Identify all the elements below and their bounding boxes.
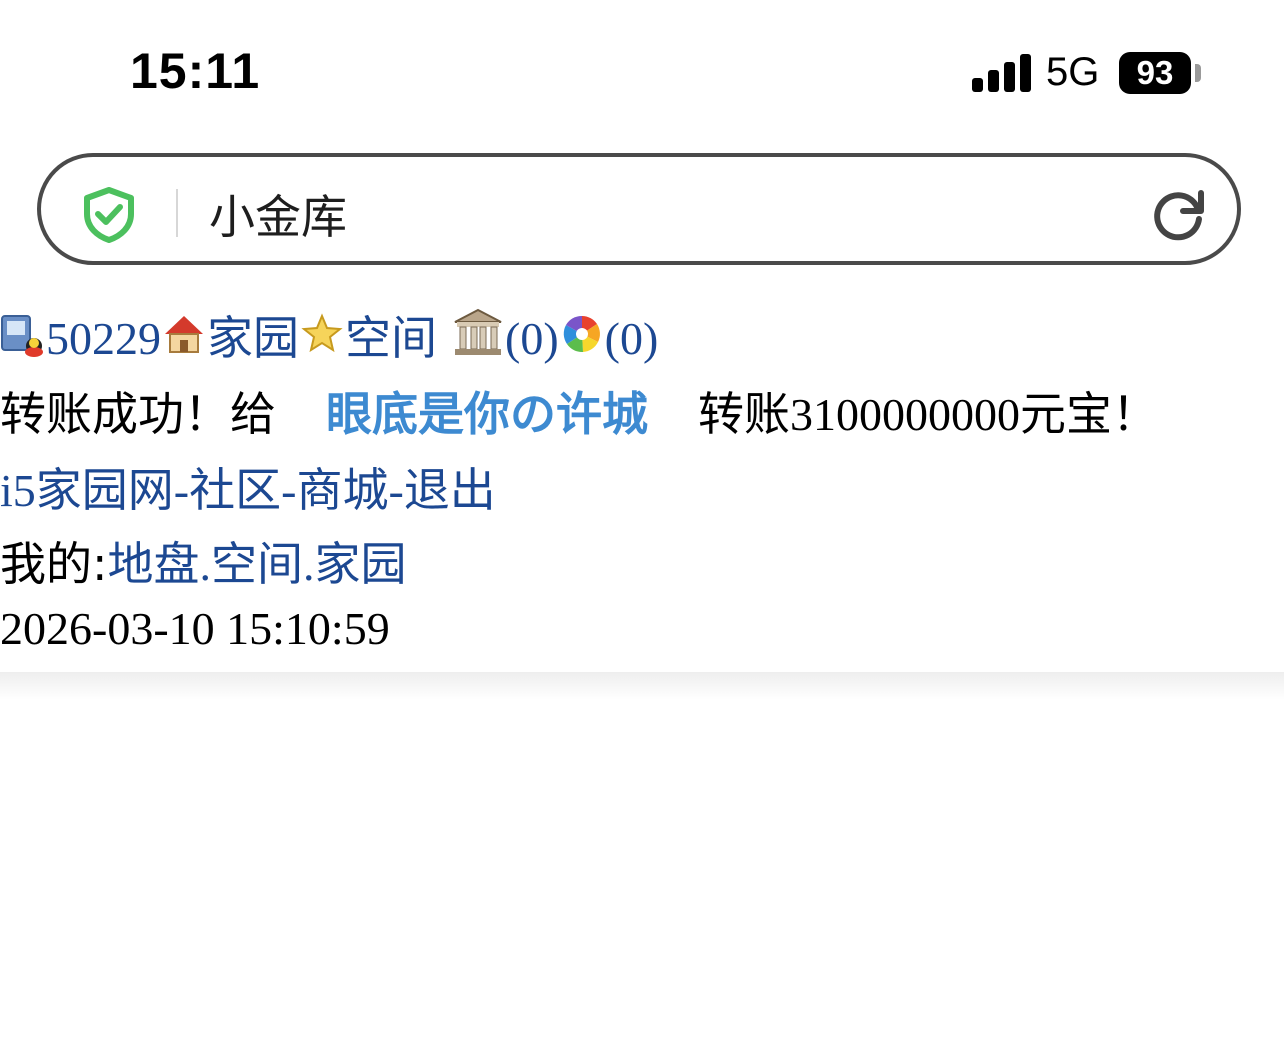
land-link[interactable]: 地盘 bbox=[108, 537, 200, 591]
my-links: 我的:地盘.空间.家园 bbox=[0, 528, 407, 594]
home-icon bbox=[161, 310, 207, 358]
site-home-link[interactable]: i5家园网 bbox=[0, 465, 174, 516]
status-time: 15:11 bbox=[130, 43, 261, 99]
dot-separator: . bbox=[303, 539, 315, 590]
separator: - bbox=[173, 465, 190, 516]
battery-icon: 93 bbox=[1119, 52, 1191, 94]
my-space-link[interactable]: 空间 bbox=[211, 537, 303, 591]
message-suffix: 转账3100000000元宝！ bbox=[698, 389, 1158, 440]
my-home-link[interactable]: 家园 bbox=[315, 537, 407, 591]
separator: - bbox=[281, 465, 297, 516]
shield-icon bbox=[84, 187, 134, 243]
user-id-link[interactable]: 50229 bbox=[46, 313, 161, 364]
star-icon bbox=[299, 310, 345, 358]
address-bar[interactable]: 小金库 bbox=[37, 153, 1241, 265]
message-prefix: 转账成功！给 bbox=[0, 387, 276, 441]
mall-link[interactable]: 商城 bbox=[296, 463, 388, 517]
timestamp: 2026-03-10 15:10:59 bbox=[0, 603, 390, 654]
community-link[interactable]: 社区 bbox=[189, 463, 281, 517]
recipient-name[interactable]: 眼底是你の许城 bbox=[326, 387, 648, 441]
space-link[interactable]: 空间 bbox=[345, 311, 437, 365]
battery-cap bbox=[1195, 64, 1201, 82]
dot-separator: . bbox=[199, 539, 212, 590]
transfer-message: 转账成功！给 眼底是你の许城 转账3100000000元宝！ bbox=[0, 378, 1158, 444]
network-label: 5G bbox=[1046, 50, 1100, 94]
page-title: 小金库 bbox=[209, 190, 347, 244]
bank-icon bbox=[451, 306, 505, 355]
mine-label: 我的: bbox=[0, 537, 108, 591]
album-icon bbox=[559, 310, 605, 358]
reload-icon[interactable] bbox=[1149, 185, 1207, 243]
address-divider bbox=[176, 189, 178, 237]
separator: - bbox=[388, 465, 404, 516]
logout-link[interactable]: 退出 bbox=[404, 463, 496, 517]
nav-row: 50229 家园 空间 (0) (0) bbox=[0, 302, 658, 368]
content-shadow bbox=[0, 672, 1284, 700]
album-count[interactable]: (0) bbox=[605, 313, 659, 364]
page-content: 50229 家园 空间 (0) (0) 转账成功！给 眼底是你の许城 转账310… bbox=[0, 290, 1284, 672]
signal-icon bbox=[972, 54, 1031, 92]
home-link[interactable]: 家园 bbox=[207, 311, 299, 365]
status-bar: 15:11 5G 93 bbox=[0, 0, 1284, 140]
user-online-icon bbox=[0, 310, 46, 358]
bank-count[interactable]: (0) bbox=[505, 313, 559, 364]
site-links: i5家园网-社区-商城-退出 bbox=[0, 454, 496, 520]
